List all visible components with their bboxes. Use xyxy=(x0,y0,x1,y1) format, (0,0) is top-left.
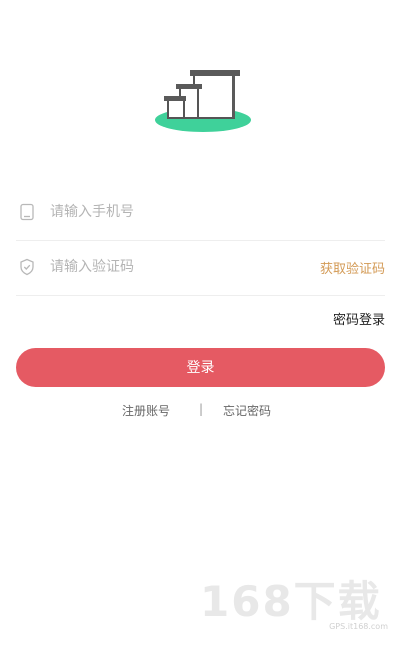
app-logo xyxy=(154,66,252,134)
phone-input[interactable] xyxy=(50,198,300,226)
get-code-button[interactable]: 获取验证码 xyxy=(320,258,385,277)
register-link[interactable]: 注册账号 xyxy=(122,402,170,419)
links-divider: | xyxy=(199,402,204,416)
code-field: 获取验证码 xyxy=(16,239,385,296)
watermark-url: GPS.it168.com xyxy=(329,622,388,631)
shield-icon xyxy=(20,258,34,276)
login-button[interactable]: 登录 xyxy=(16,348,385,387)
watermark: 168下载 GPS.it168.com xyxy=(200,578,392,634)
footer-links: 注册账号 | 忘记密码 xyxy=(0,402,401,420)
password-login-link[interactable]: 密码登录 xyxy=(333,309,385,328)
house-logo-icon xyxy=(155,70,251,132)
forgot-password-link[interactable]: 忘记密码 xyxy=(223,402,271,419)
watermark-text: 168下载 xyxy=(200,577,382,626)
phone-icon xyxy=(20,203,34,221)
code-input[interactable] xyxy=(50,253,300,281)
phone-field xyxy=(16,184,385,241)
